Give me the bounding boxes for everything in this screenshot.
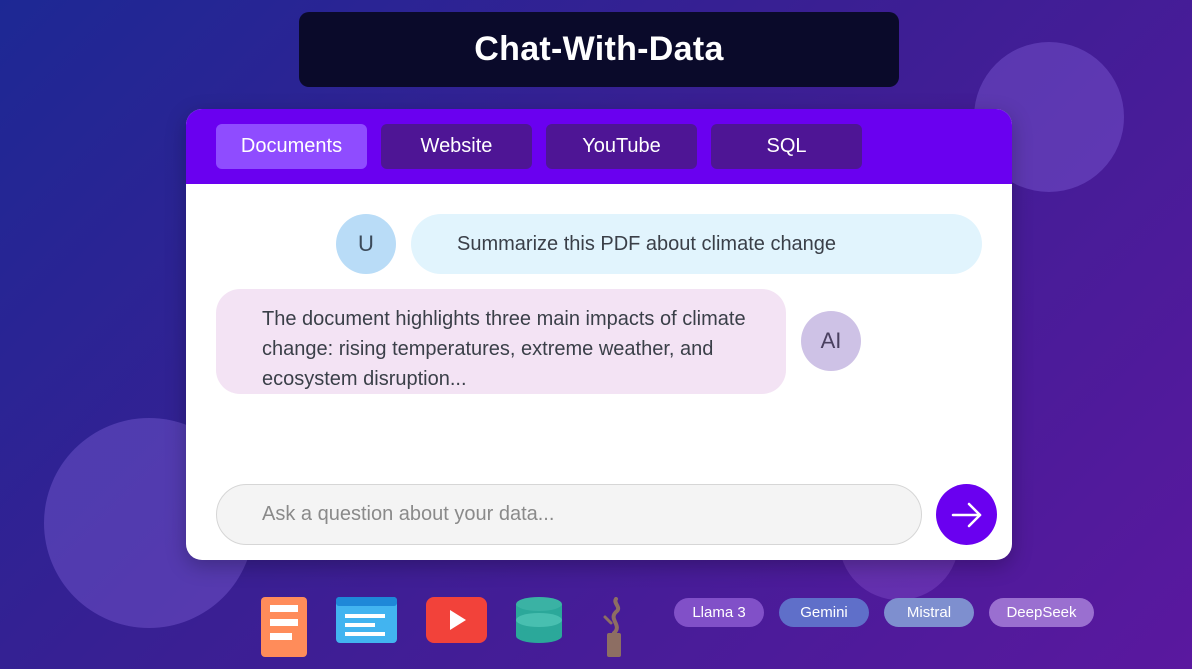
youtube-icon [426,597,487,643]
ai-message-bubble: The document highlights three main impac… [216,289,786,394]
model-pill-llama3[interactable]: Llama 3 [674,598,764,627]
ai-avatar: AI [801,311,861,371]
database-icon [516,597,562,643]
user-message-bubble: Summarize this PDF about climate change [411,214,982,274]
arrow-right-icon [951,502,981,527]
tab-sql[interactable]: SQL [711,124,862,169]
document-icon [261,597,307,657]
source-tab-bar: Documents Website YouTube SQL [186,109,1012,184]
tab-website[interactable]: Website [381,124,532,169]
website-icon [336,597,397,643]
model-pill-gemini[interactable]: Gemini [779,598,869,627]
sql-icon [603,597,621,657]
question-input[interactable] [217,485,921,544]
title-banner: Chat-With-Data [299,12,899,87]
app-title: Chat-With-Data [474,30,724,68]
chat-panel: Documents Website YouTube SQL U Summariz… [186,109,1012,560]
question-input-container [216,484,922,545]
user-avatar: U [336,214,396,274]
tab-youtube[interactable]: YouTube [546,124,697,169]
tab-documents[interactable]: Documents [216,124,367,169]
model-pill-mistral[interactable]: Mistral [884,598,974,627]
send-button[interactable] [936,484,997,545]
model-pill-deepseek[interactable]: DeepSeek [989,598,1094,627]
